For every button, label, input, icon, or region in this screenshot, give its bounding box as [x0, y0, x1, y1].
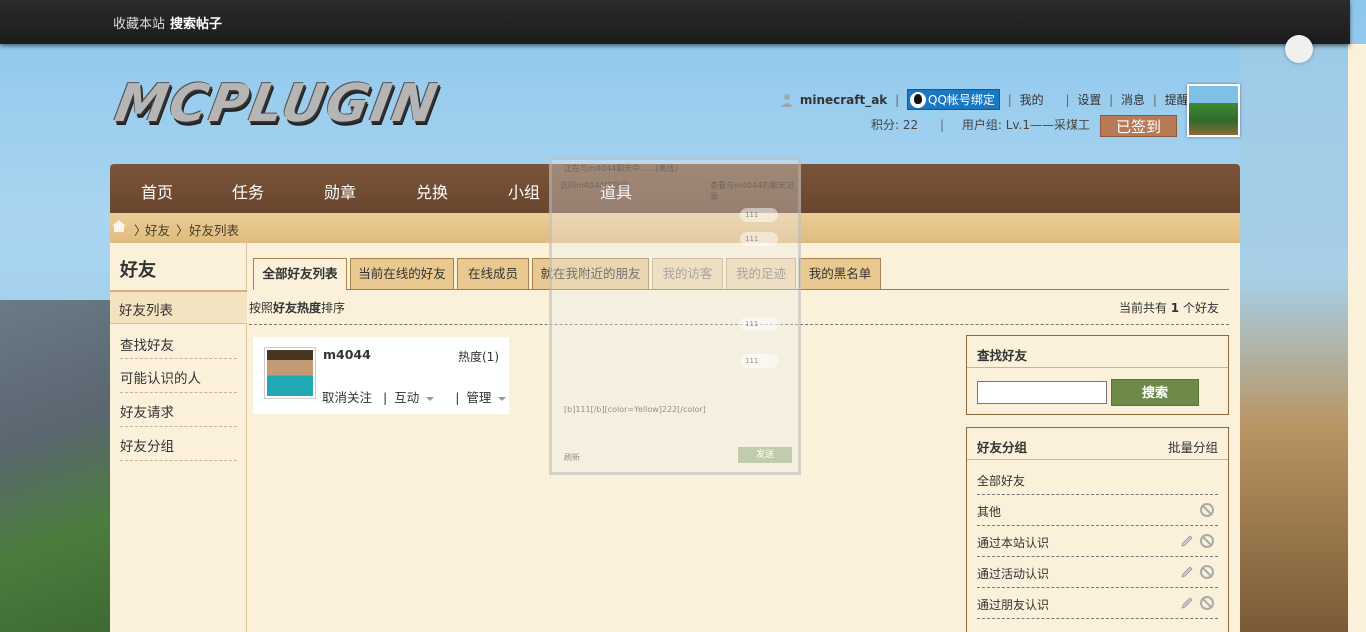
chevron-down-icon: [426, 396, 435, 401]
user-avatar[interactable]: [1187, 84, 1240, 137]
group-row[interactable]: 全部好友: [977, 464, 1218, 495]
group-row[interactable]: 通过活动认识: [977, 557, 1218, 588]
tab-online-members[interactable]: 在线成员: [457, 258, 529, 289]
find-friend-input[interactable]: [977, 381, 1107, 404]
settings-link[interactable]: 设置: [1077, 91, 1101, 108]
chat-send-button[interactable]: 发送: [738, 447, 792, 463]
username-link[interactable]: minecraft_ak: [800, 93, 887, 107]
ban-icon[interactable]: [1200, 596, 1214, 610]
chat-title: 正在与m4044聊天中......(离线): [564, 164, 678, 173]
points-link[interactable]: 积分: 22: [871, 118, 918, 132]
ban-icon[interactable]: [1200, 534, 1214, 548]
chat-message: 111: [740, 232, 778, 246]
messages-link[interactable]: 消息: [1121, 91, 1145, 108]
ban-icon[interactable]: [1200, 565, 1214, 579]
chat-input-text[interactable]: [b]111[/b][color=Yellow]222[/color]: [564, 405, 706, 414]
nav-medals[interactable]: 勋章: [324, 179, 356, 203]
background-strip: [1348, 44, 1366, 632]
nav-home[interactable]: 首页: [141, 179, 173, 203]
friend-name[interactable]: m4044: [323, 347, 371, 362]
ban-icon[interactable]: [1200, 503, 1214, 517]
user-icon: [780, 93, 794, 107]
manage-menu[interactable]: 管理: [466, 390, 510, 405]
sidebar-item-find-friend[interactable]: 查找好友: [120, 325, 237, 359]
breadcrumb-friend-list[interactable]: 好友列表: [189, 220, 239, 239]
chevron-down-icon: [498, 396, 507, 401]
signed-in-button[interactable]: 已签到: [1100, 115, 1177, 137]
usergroup-link[interactable]: 用户组: Lv.1——采煤工: [962, 118, 1090, 132]
qq-bind-label: QQ帐号绑定: [928, 93, 995, 107]
search-posts-link[interactable]: 搜索帖子: [170, 13, 222, 32]
sidebar-item-friend-groups[interactable]: 好友分组: [120, 427, 237, 461]
site-logo[interactable]: MCPLUGIN: [111, 74, 444, 134]
sidebar: 好友 好友列表 查找好友 可能认识的人 好友请求 好友分组: [110, 243, 247, 632]
chat-visit-link[interactable]: 访问m4044的空间: [560, 180, 628, 191]
friend-heat: 热度(1): [458, 350, 499, 364]
group-row[interactable]: 其他: [977, 495, 1218, 526]
sidebar-item-friend-list[interactable]: 好友列表: [110, 292, 247, 324]
friend-avatar[interactable]: [264, 347, 316, 399]
friend-card: m4044 热度(1) 取消关注 | 互动 | 管理: [253, 337, 509, 414]
friend-count: 当前共有 1 个好友: [1118, 301, 1219, 315]
nav-tasks[interactable]: 任务: [232, 179, 264, 203]
batch-group-link[interactable]: 批量分组: [1168, 437, 1218, 456]
find-friend-title: 查找好友: [977, 348, 1028, 363]
chat-message: 111: [740, 354, 778, 368]
bookmark-link[interactable]: 收藏本站: [113, 13, 165, 32]
sidebar-item-label: 好友列表: [119, 303, 173, 319]
pencil-icon[interactable]: [1180, 565, 1194, 579]
find-friend-box: 查找好友 搜索: [966, 335, 1229, 415]
qq-icon: [910, 91, 926, 108]
pencil-icon[interactable]: [1180, 596, 1194, 610]
home-icon[interactable]: [112, 220, 126, 232]
tab-all-friends[interactable]: 全部好友列表: [253, 258, 347, 290]
group-row[interactable]: 通过朋友认识: [977, 588, 1218, 619]
search-button[interactable]: 搜索: [1111, 379, 1199, 406]
group-row[interactable]: 通过本站认识: [977, 526, 1218, 557]
top-bar: 收藏本站 搜索帖子: [0, 0, 1350, 44]
pencil-icon[interactable]: [1180, 534, 1194, 548]
friend-groups-box: 好友分组 批量分组 全部好友 其他 通过本站认识 通过活动认识 通过朋友认识: [966, 427, 1229, 632]
reminders-link[interactable]: 提醒: [1165, 91, 1189, 108]
chat-window-ghost: 正在与m4044聊天中......(离线) 访问m4044的空间 查看与m404…: [549, 157, 801, 475]
nav-exchange[interactable]: 兑换: [416, 179, 448, 203]
chat-message: 111: [740, 208, 778, 222]
nav-groups[interactable]: 小组: [508, 179, 540, 203]
tab-blacklist[interactable]: 我的黑名单: [799, 258, 881, 289]
tab-online-friends[interactable]: 当前在线的好友: [350, 258, 454, 289]
logo-text: MCPLUGIN: [110, 74, 444, 134]
chat-refresh-link[interactable]: 刷新: [564, 452, 580, 463]
interact-menu[interactable]: 互动: [394, 390, 438, 405]
my-link[interactable]: 我的: [1020, 91, 1044, 108]
breadcrumb-friends[interactable]: 好友: [145, 220, 170, 239]
background-scenery-left: [0, 300, 110, 632]
sidebar-item-friend-requests[interactable]: 好友请求: [120, 393, 237, 427]
chat-history-link[interactable]: 查看与m4044的聊天记录: [710, 180, 798, 202]
user-bar: minecraft_ak | QQ帐号绑定 | 我的 | 设置 | 消息 | 提…: [780, 89, 1233, 110]
chat-message: 111: [740, 317, 778, 331]
scroll-top-button[interactable]: [1285, 35, 1313, 63]
sidebar-title: 好友: [120, 260, 156, 281]
user-stats: 积分: 22 | 用户组: Lv.1——采煤工: [871, 118, 1091, 132]
sort-key: 好友热度: [273, 301, 322, 315]
unfollow-link[interactable]: 取消关注: [322, 390, 372, 405]
sidebar-item-may-know[interactable]: 可能认识的人: [120, 359, 237, 393]
friend-groups-title: 好友分组: [977, 440, 1028, 455]
qq-bind-button[interactable]: QQ帐号绑定: [907, 89, 1000, 110]
